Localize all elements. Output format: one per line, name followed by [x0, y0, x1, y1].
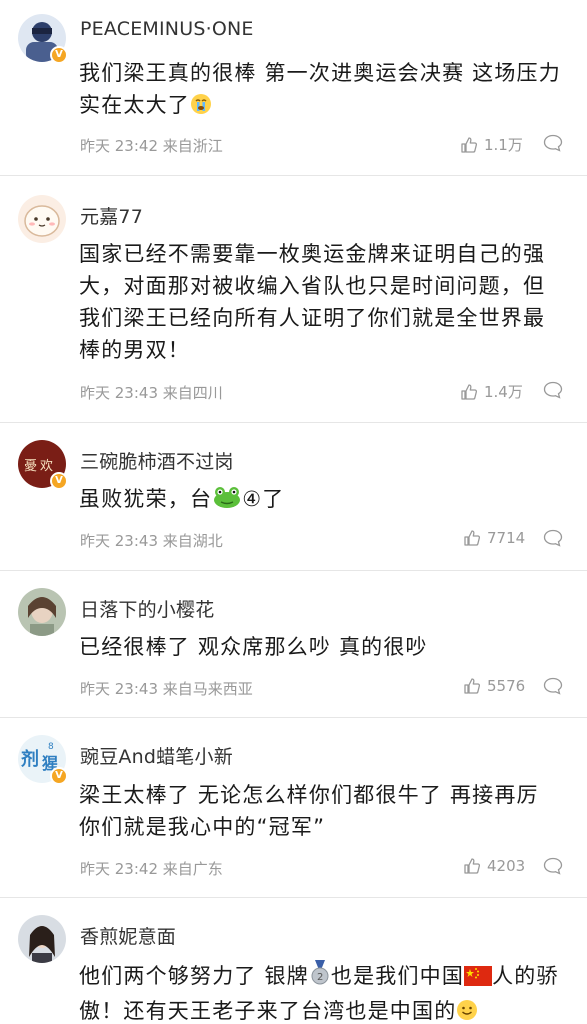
comment-meta: 昨天 23:42 来自广东 — [80, 858, 223, 879]
username[interactable]: 三碗脆柿酒不过岗 — [80, 447, 234, 474]
like-button[interactable]: 7714 — [463, 529, 525, 547]
location: 来自马来西亚 — [162, 680, 253, 698]
avatar[interactable] — [18, 588, 66, 636]
svg-text:憂: 憂 — [24, 459, 37, 474]
timestamp: 昨天 23:43 — [80, 532, 158, 550]
thumbs-up-icon — [464, 678, 481, 694]
frog-icon — [212, 485, 242, 518]
username[interactable]: PEACEMINUS·ONE — [80, 18, 254, 40]
reply-bubble-icon[interactable] — [543, 529, 563, 547]
svg-text:8: 8 — [48, 742, 54, 752]
like-count: 5576 — [487, 677, 526, 695]
svg-text:剂: 剂 — [21, 748, 39, 770]
china-flag-icon — [464, 963, 493, 995]
reply-bubble-icon[interactable] — [543, 677, 563, 695]
comment-text: 虽败犹荣，台 ④了 — [79, 483, 563, 518]
like-count: 1.4万 — [484, 383, 523, 401]
avatar[interactable]: 剂 猩 8 V — [18, 735, 68, 785]
username[interactable]: 日落下的小樱花 — [80, 595, 214, 622]
like-count: 4203 — [487, 857, 526, 875]
timestamp: 昨天 23:42 — [80, 137, 158, 155]
verified-badge-icon: V — [50, 472, 68, 490]
location: 来自浙江 — [162, 137, 223, 155]
comment-text: 已经很棒了 观众席那么吵 真的很吵 — [79, 635, 428, 659]
thumbs-up-icon — [464, 858, 481, 874]
comment-text: 梁王太棒了 无论怎么样你们都很牛了 再接再厉 你们就是我心中的“冠军” — [79, 783, 539, 839]
silver-medal-icon: 2 — [309, 960, 331, 995]
avatar[interactable] — [18, 195, 66, 243]
comment-meta: 昨天 23:43 来自湖北 — [80, 530, 223, 551]
timestamp: 昨天 23:42 — [80, 860, 158, 878]
comment-item: 憂 欢 V 三碗脆柿酒不过岗 虽败犹荣，台 ④了 昨天 23:43 来自湖北 77… — [0, 423, 587, 571]
like-button[interactable]: 5576 — [463, 677, 525, 695]
comment-item: 日落下的小樱花 已经很棒了 观众席那么吵 真的很吵 昨天 23:43 来自马来西… — [0, 571, 587, 718]
reply-bubble-icon[interactable] — [543, 857, 563, 875]
like-count: 7714 — [487, 529, 526, 547]
like-button[interactable]: 1.1万 — [460, 134, 523, 155]
thumbs-up-icon — [461, 136, 478, 153]
timestamp: 昨天 23:43 — [80, 384, 158, 402]
username[interactable]: 元嘉77 — [80, 202, 143, 229]
svg-text:2: 2 — [317, 972, 325, 983]
comment-item: V PEACEMINUS·ONE 我们梁王真的很棒 第一次进奥运会决赛 这场压力… — [0, 0, 587, 176]
location: 来自四川 — [162, 384, 223, 402]
avatar[interactable]: 憂 欢 V — [18, 440, 68, 490]
comment-meta: 昨天 23:43 来自马来西亚 — [80, 678, 253, 699]
reply-bubble-icon[interactable] — [543, 134, 563, 152]
avatar[interactable]: V — [18, 14, 68, 64]
like-button[interactable]: 4203 — [463, 857, 525, 875]
comment-list: V PEACEMINUS·ONE 我们梁王真的很棒 第一次进奥运会决赛 这场压力… — [0, 0, 587, 1024]
username[interactable]: 香煎妮意面 — [80, 922, 176, 949]
comment-item: 剂 猩 8 V 豌豆And蜡笔小新 梁王太棒了 无论怎么样你们都很牛了 再接再厉… — [0, 718, 587, 898]
location: 来自广东 — [162, 860, 223, 878]
comment-meta: 昨天 23:43 来自四川 — [80, 382, 223, 403]
thumbs-up-icon — [464, 530, 481, 546]
comment-meta: 昨天 23:42 来自浙江 — [80, 135, 223, 156]
timestamp: 昨天 23:43 — [80, 680, 158, 698]
avatar[interactable] — [18, 915, 66, 963]
verified-badge-icon: V — [50, 46, 68, 64]
location: 来自湖北 — [162, 532, 223, 550]
reply-bubble-icon[interactable] — [543, 381, 563, 399]
comment-text: 我们梁王真的很棒 第一次进奥运会决赛 这场压力实在太大了 — [79, 57, 563, 124]
crying-face-icon — [190, 92, 212, 124]
comment-item: 香煎妮意面 他们两个够努力了 银牌 2 也是我们中国 人的骄傲！还有天王老子来了台湾也… — [0, 898, 587, 1024]
smiling-face-icon — [456, 998, 478, 1024]
username[interactable]: 豌豆And蜡笔小新 — [80, 742, 233, 769]
comment-text: 国家已经不需要靠一枚奥运金牌来证明自己的强大，对面那对被收编入省队也只是时间问题… — [79, 242, 546, 362]
like-button[interactable]: 1.4万 — [460, 381, 523, 402]
comment-item: 元嘉77 国家已经不需要靠一枚奥运金牌来证明自己的强大，对面那对被收编入省队也只… — [0, 176, 587, 423]
verified-badge-icon: V — [50, 767, 68, 785]
like-count: 1.1万 — [484, 136, 523, 154]
svg-text:欢: 欢 — [40, 459, 53, 474]
comment-text: 他们两个够努力了 银牌 2 也是我们中国 人的骄傲！还有天王老子来了台湾也是中国的 — [79, 960, 563, 1024]
thumbs-up-icon — [461, 383, 478, 400]
